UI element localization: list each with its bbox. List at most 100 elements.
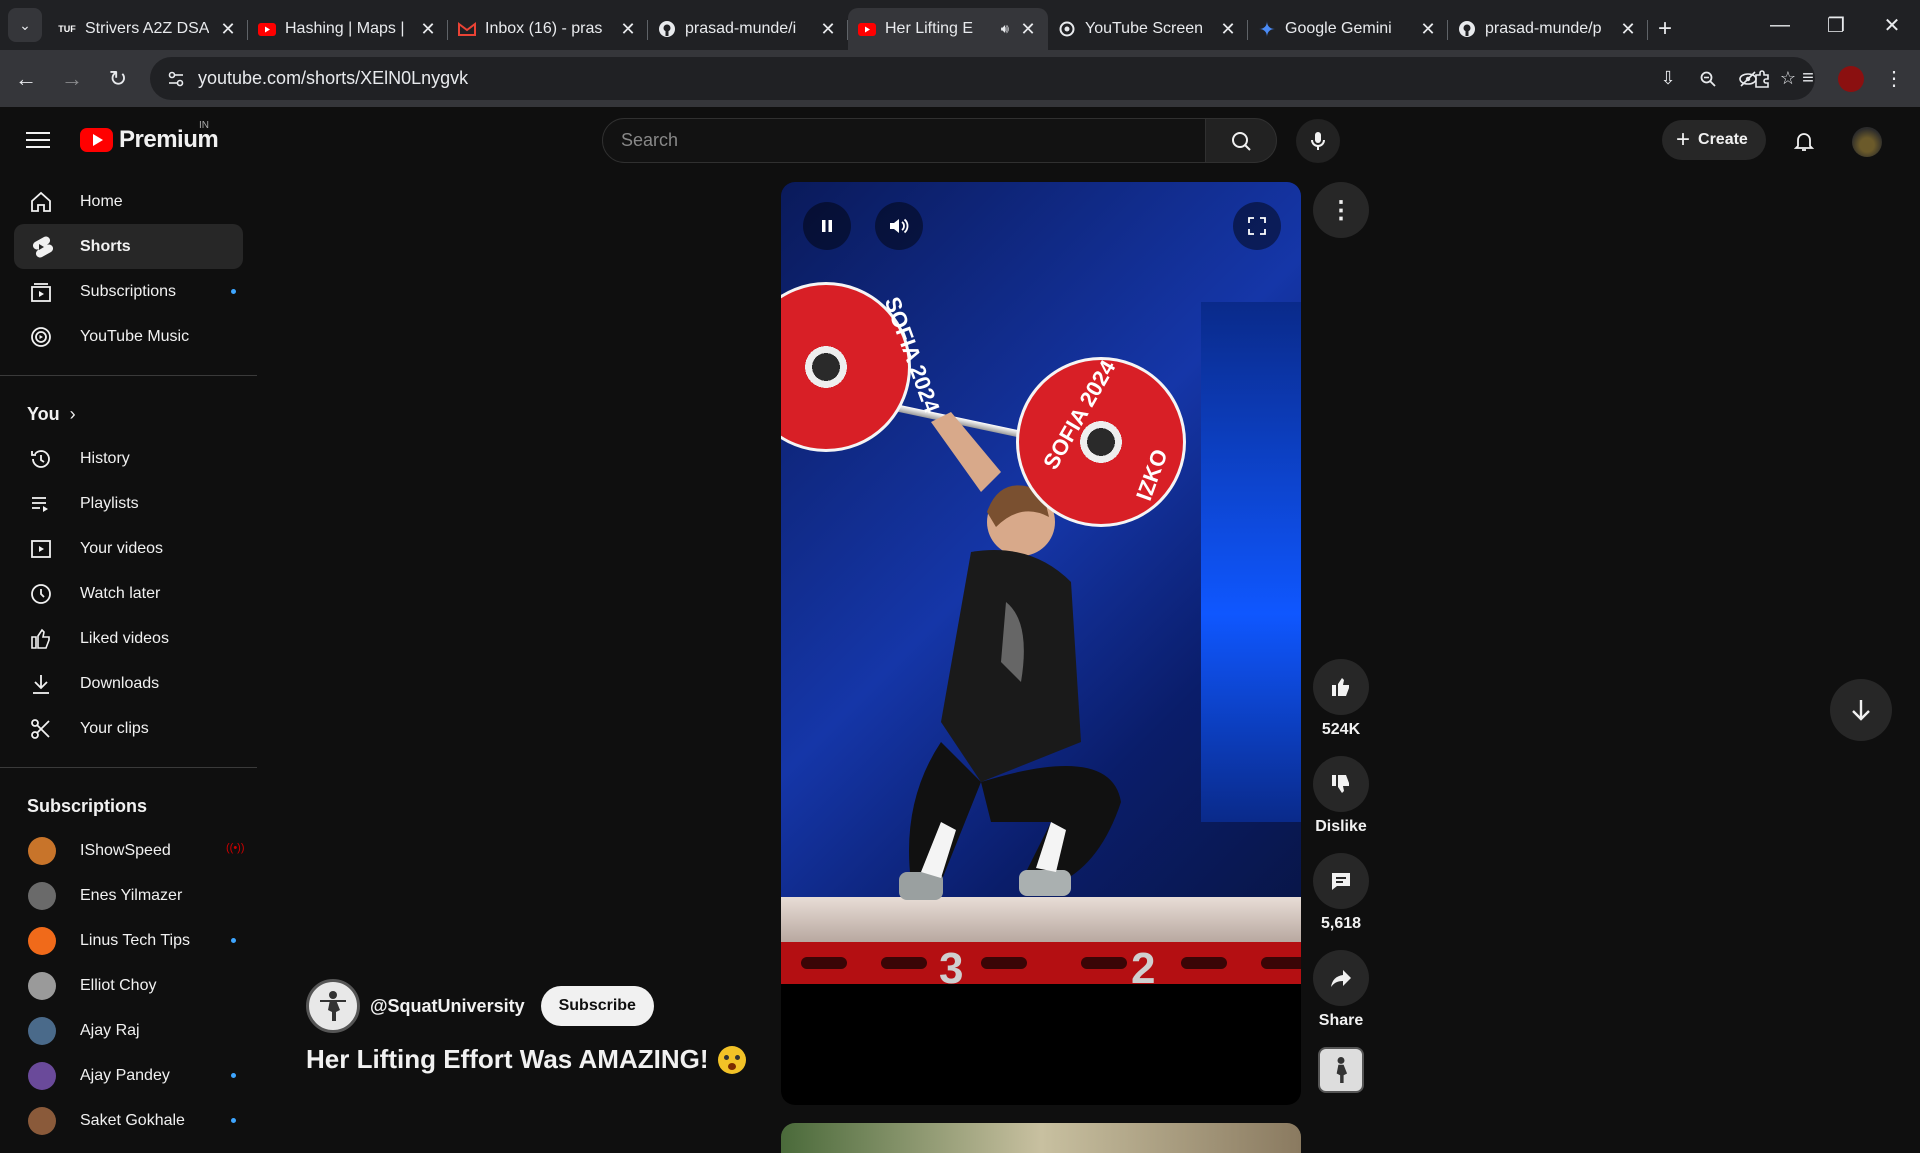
sidebar-item[interactable]: Watch later <box>14 571 243 616</box>
next-short-button[interactable] <box>1830 679 1892 741</box>
forward-button[interactable]: → <box>52 59 92 99</box>
subscription-item[interactable]: Ajay Raj <box>14 1008 243 1053</box>
browser-tab[interactable]: prasad-munde/p ✕ <box>1448 8 1648 50</box>
subscription-item[interactable]: Elliot Choy <box>14 963 243 1008</box>
fullscreen-button[interactable] <box>1233 202 1281 250</box>
shorts-video-player[interactable]: 3 2 SOFIA 2024 SOFIA 2024 IZKO <box>781 182 1301 1105</box>
share-arrow-icon <box>1331 970 1351 987</box>
sidebar-item[interactable]: Shorts <box>14 224 243 269</box>
your-videos-icon <box>28 536 54 562</box>
tab-close-icon[interactable]: ✕ <box>1618 19 1638 40</box>
youtube-page: Premium IN + Create Home Shorts Subscripti… <box>0 107 1920 1153</box>
restore-button[interactable]: ❐ <box>1808 0 1864 50</box>
tab-search-button[interactable]: ⌄ <box>8 8 42 42</box>
subscriptions-icon <box>28 279 54 305</box>
browser-menu-icon[interactable]: ⋮ <box>1878 63 1910 95</box>
share-label: Share <box>1318 1012 1364 1029</box>
history-icon <box>28 446 54 472</box>
channel-name[interactable]: @SquatUniversity <box>370 996 525 1017</box>
account-avatar[interactable] <box>1852 127 1882 157</box>
back-button[interactable]: ← <box>6 59 46 99</box>
guide-menu-icon[interactable] <box>24 127 52 153</box>
url-text[interactable]: youtube.com/shorts/XElN0Lnygvk <box>198 68 468 89</box>
browser-tab[interactable]: Hashing | Maps | ✕ <box>248 8 448 50</box>
zoom-icon[interactable] <box>1695 66 1721 92</box>
tab-close-icon[interactable]: ✕ <box>218 19 238 40</box>
fullscreen-icon <box>1248 217 1266 235</box>
shorts-actions: ⋮ 524K Dislike 5,618 Share <box>1313 182 1369 1093</box>
you-section-header[interactable]: You › <box>0 392 257 436</box>
sidebar-item[interactable]: Home <box>14 179 243 224</box>
thumbs-up-icon <box>1332 678 1349 696</box>
sidebar-item[interactable]: Liked videos <box>14 616 243 661</box>
subscription-channel-name: IShowSpeed <box>80 841 171 859</box>
tab-close-icon[interactable]: ✕ <box>618 19 638 40</box>
tab-close-icon[interactable]: ✕ <box>1418 19 1438 40</box>
more-actions-button[interactable]: ⋮ <box>1313 182 1369 238</box>
subscription-channel-name: Elliot Choy <box>80 976 157 994</box>
next-short-preview[interactable] <box>781 1123 1301 1153</box>
sidebar-item[interactable]: Playlists <box>14 481 243 526</box>
sidebar-item-label: Shorts <box>80 237 131 255</box>
sidebar-item[interactable]: Your clips <box>14 706 243 751</box>
comment-icon <box>1332 873 1350 890</box>
subscription-channel-name: Ajay Raj <box>80 1021 140 1039</box>
sidebar-item[interactable]: Subscriptions <box>14 269 243 314</box>
sound-thumbnail[interactable] <box>1318 1047 1364 1093</box>
reload-button[interactable]: ↻ <box>98 59 138 99</box>
pause-button[interactable] <box>803 202 851 250</box>
mind-blown-emoji-icon <box>718 1045 747 1074</box>
channel-avatar <box>28 1061 56 1090</box>
channel-avatar[interactable] <box>306 979 360 1033</box>
sidebar-item[interactable]: YouTube Music <box>14 314 243 359</box>
like-button[interactable] <box>1313 659 1369 715</box>
subscription-item[interactable]: Linus Tech Tips <box>14 918 243 963</box>
volume-button[interactable] <box>875 202 923 250</box>
video-frame: 3 2 SOFIA 2024 SOFIA 2024 IZKO <box>781 182 1301 993</box>
tab-close-icon[interactable]: ✕ <box>418 19 438 40</box>
comments-button[interactable] <box>1313 853 1369 909</box>
subscriptions-section-header: Subscriptions <box>0 784 257 828</box>
minimize-button[interactable]: — <box>1752 0 1808 50</box>
subscribe-button[interactable]: Subscribe <box>540 986 654 1026</box>
browser-tab-strip: ⌄ TUF Strivers A2Z DSA ✕ Hashing | Maps | ✕ I… <box>0 0 1920 50</box>
notifications-button[interactable] <box>1784 121 1824 161</box>
subscription-item[interactable]: Enes Yilmazer <box>14 873 243 918</box>
subscription-item[interactable]: Saket Gokhale <box>14 1098 243 1139</box>
site-info-icon[interactable] <box>162 65 190 93</box>
subscription-item[interactable]: IShowSpeed ((•)) <box>14 828 245 873</box>
address-bar[interactable]: youtube.com/shorts/XElN0Lnygvk ⇩ ☆ <box>150 57 1815 100</box>
new-tab-button[interactable]: + <box>1648 12 1682 46</box>
channel-avatar <box>28 926 56 955</box>
dislike-button[interactable] <box>1313 756 1369 812</box>
like-count: 524K <box>1321 721 1361 738</box>
search-input[interactable] <box>621 119 1205 162</box>
sidebar-item[interactable]: History <box>14 436 243 481</box>
channel-row: @SquatUniversity Subscribe <box>306 979 654 1033</box>
close-window-button[interactable]: ✕ <box>1864 0 1920 50</box>
sidebar-item[interactable]: Downloads <box>14 661 243 706</box>
search-button[interactable] <box>1205 118 1277 163</box>
share-button[interactable] <box>1313 950 1369 1006</box>
extensions-icon[interactable] <box>1746 63 1778 95</box>
create-button[interactable]: + Create <box>1662 120 1766 160</box>
sidebar-item[interactable]: Your videos <box>14 526 243 571</box>
tab-close-icon[interactable]: ✕ <box>1018 19 1038 40</box>
browser-tab[interactable]: prasad-munde/i ✕ <box>648 8 848 50</box>
youtube-icon <box>258 20 276 38</box>
youtube-premium-logo[interactable]: Premium IN <box>80 120 219 154</box>
tab-close-icon[interactable]: ✕ <box>1218 19 1238 40</box>
browser-profile-avatar[interactable] <box>1838 65 1864 92</box>
voice-search-button[interactable] <box>1296 119 1340 163</box>
sidebar-item-label: History <box>80 449 130 467</box>
tab-audio-icon[interactable]: 🔊︎ <box>1001 21 1009 37</box>
browser-tab[interactable]: Her Lifting E 🔊︎ ✕ <box>848 8 1048 50</box>
browser-tab[interactable]: Google Gemini ✕ <box>1248 8 1448 50</box>
subscription-item[interactable]: Ajay Pandey <box>14 1053 243 1098</box>
browser-tab[interactable]: TUF Strivers A2Z DSA ✕ <box>48 8 248 50</box>
install-app-icon[interactable]: ⇩ <box>1655 66 1681 92</box>
tab-close-icon[interactable]: ✕ <box>818 19 838 40</box>
browser-tab[interactable]: Inbox (16) - pras ✕ <box>448 8 648 50</box>
media-controls-icon[interactable]: ≡ <box>1792 63 1824 95</box>
browser-tab[interactable]: YouTube Screen ✕ <box>1048 8 1248 50</box>
